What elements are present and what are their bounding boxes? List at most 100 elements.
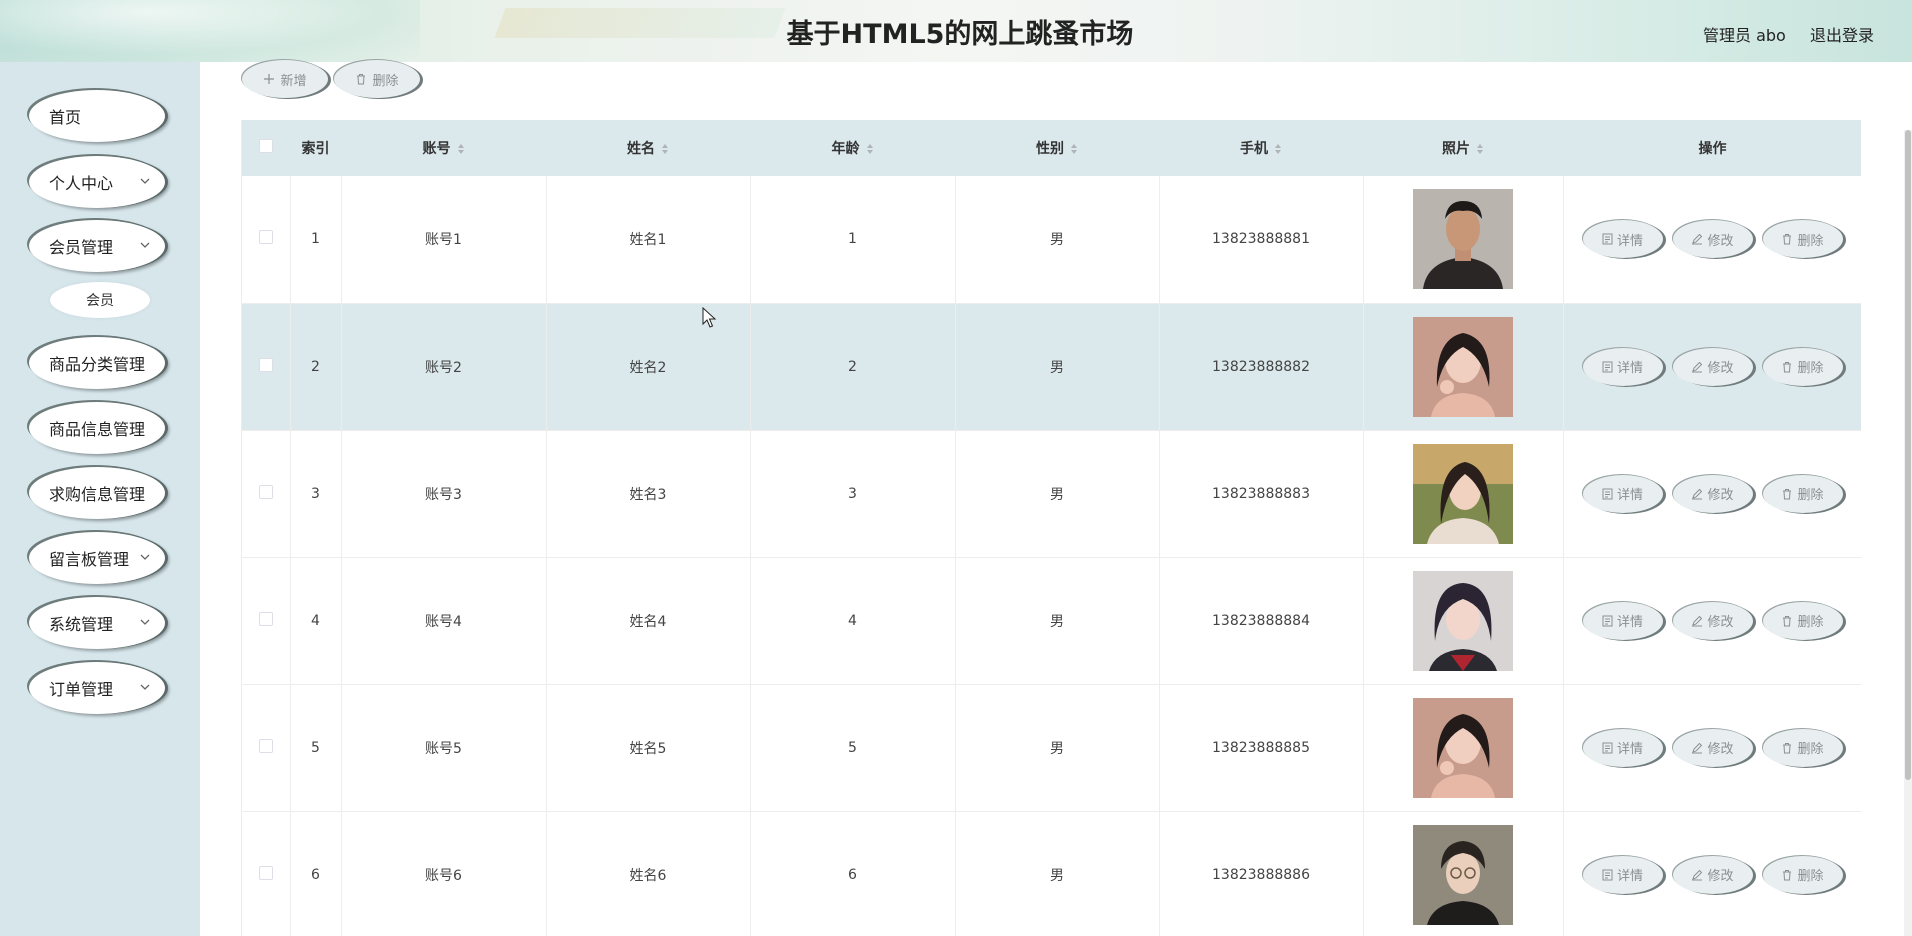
edit-button[interactable]: 修改	[1672, 855, 1753, 894]
detail-button[interactable]: 详情	[1582, 601, 1663, 640]
delete-button[interactable]: 删除	[1762, 347, 1843, 386]
sort-icon[interactable]	[661, 143, 669, 155]
header-age[interactable]: 年龄	[750, 120, 955, 176]
cell-photo	[1363, 303, 1564, 431]
detail-button[interactable]: 详情	[1582, 220, 1663, 259]
member-photo[interactable]	[1413, 697, 1513, 798]
member-photo[interactable]	[1413, 570, 1513, 671]
sort-icon[interactable]	[866, 143, 874, 155]
cell-index: 2	[290, 303, 342, 431]
cell-photo	[1363, 684, 1564, 812]
cell-age: 4	[750, 557, 956, 685]
sidebar-subitem-member[interactable]: 会员	[50, 282, 150, 318]
cell-phone: 13823888885	[1159, 684, 1364, 812]
member-photo[interactable]	[1413, 824, 1513, 925]
edit-button[interactable]: 修改	[1672, 347, 1753, 386]
cell-account: 账号6	[341, 811, 547, 936]
sidebar-item-order-management[interactable]: 订单管理	[29, 662, 165, 714]
current-user-label: 管理员 abo	[1703, 26, 1786, 45]
cell-account: 账号3	[341, 430, 547, 558]
sidebar-item-member-management[interactable]: 会员管理	[29, 220, 165, 272]
chevron-down-icon	[140, 619, 150, 625]
plus-icon	[264, 74, 275, 84]
cell-age: 3	[750, 430, 956, 558]
cell-actions: 详情 修改 删除	[1563, 303, 1861, 431]
sidebar-item-wanted-management[interactable]: 求购信息管理	[29, 467, 165, 519]
sort-icon[interactable]	[1274, 143, 1282, 155]
sidebar-item-label: 留言板管理	[49, 550, 130, 569]
scrollbar-thumb[interactable]	[1905, 130, 1911, 780]
detail-button-label: 详情	[1616, 233, 1643, 249]
sidebar-item-label: 系统管理	[49, 615, 114, 634]
row-select-cell	[242, 430, 291, 558]
header-name-label: 姓名	[627, 141, 655, 157]
select-all-checkbox[interactable]	[259, 139, 273, 153]
edit-button-label: 修改	[1707, 869, 1734, 884]
sidebar-item-system-management[interactable]: 系统管理	[29, 597, 165, 649]
trash-icon	[1783, 869, 1792, 880]
cell-age: 2	[750, 303, 956, 431]
trash-icon	[357, 74, 366, 85]
row-checkbox[interactable]	[258, 357, 273, 372]
sidebar-item-product-management[interactable]: 商品信息管理	[29, 402, 165, 454]
delete-button[interactable]: 删除	[1762, 601, 1843, 640]
vertical-scrollbar[interactable]	[1904, 130, 1912, 936]
sidebar-item-message-board[interactable]: 留言板管理	[29, 532, 165, 584]
detail-button[interactable]: 详情	[1582, 728, 1663, 767]
header-photo-label: 照片	[1442, 141, 1470, 157]
detail-button[interactable]: 详情	[1582, 855, 1663, 894]
delete-button[interactable]: 删除	[1762, 855, 1843, 894]
row-checkbox[interactable]	[258, 230, 273, 245]
row-checkbox[interactable]	[258, 738, 273, 753]
cell-name: 姓名4	[546, 557, 751, 685]
cell-gender: 男	[955, 684, 1160, 812]
header-select-all[interactable]	[242, 120, 290, 176]
logout-link[interactable]: 退出登录	[1810, 22, 1874, 46]
trash-icon	[1783, 361, 1792, 372]
cell-age: 1	[750, 176, 956, 304]
cell-actions: 详情 修改 删除	[1563, 557, 1861, 685]
sidebar-item-home[interactable]: 首页	[29, 90, 165, 142]
delete-button-label: 删除	[1797, 361, 1824, 376]
trash-icon	[1783, 488, 1792, 499]
member-photo[interactable]	[1413, 316, 1513, 417]
delete-button[interactable]: 删除	[1762, 220, 1843, 259]
cell-actions: 详情 修改 删除	[1563, 684, 1861, 812]
edit-button[interactable]: 修改	[1672, 474, 1753, 513]
row-checkbox[interactable]	[258, 865, 273, 880]
edit-button[interactable]: 修改	[1672, 601, 1753, 640]
member-photo[interactable]	[1413, 443, 1513, 544]
detail-button[interactable]: 详情	[1582, 347, 1663, 386]
chevron-down-icon	[140, 178, 150, 184]
header-photo[interactable]: 照片	[1363, 120, 1563, 176]
sidebar-subitem-label: 会员	[86, 293, 114, 309]
sidebar-item-personal-center[interactable]: 个人中心	[29, 156, 165, 208]
edit-button-label: 修改	[1707, 233, 1734, 249]
header-gender[interactable]: 性别	[955, 120, 1159, 176]
header-name[interactable]: 姓名	[546, 120, 750, 176]
row-checkbox[interactable]	[258, 611, 273, 626]
batch-delete-button[interactable]: 删除	[334, 60, 420, 98]
detail-button[interactable]: 详情	[1582, 474, 1663, 513]
sort-icon[interactable]	[457, 143, 465, 155]
cell-gender: 男	[955, 176, 1160, 304]
member-photo[interactable]	[1413, 189, 1513, 290]
delete-button[interactable]: 删除	[1762, 728, 1843, 767]
header-phone[interactable]: 手机	[1159, 120, 1363, 176]
add-button[interactable]: 新增	[242, 60, 328, 98]
delete-button-label: 删除	[1797, 615, 1824, 630]
trash-icon	[1783, 615, 1792, 626]
delete-button[interactable]: 删除	[1762, 474, 1843, 513]
edit-button[interactable]: 修改	[1672, 728, 1753, 767]
sidebar-item-category-management[interactable]: 商品分类管理	[29, 337, 165, 389]
edit-button[interactable]: 修改	[1672, 220, 1753, 259]
cell-age: 6	[750, 811, 956, 936]
row-checkbox[interactable]	[258, 484, 273, 499]
table-row: 6 账号6 姓名6 6 男 13823888886 详情 修改 删除	[242, 811, 1861, 936]
cell-actions: 详情 修改 删除	[1563, 811, 1861, 936]
sort-icon[interactable]	[1070, 143, 1078, 155]
pencil-icon	[1692, 742, 1703, 753]
header-account[interactable]: 账号	[341, 120, 546, 176]
sort-icon[interactable]	[1476, 143, 1484, 155]
cell-account: 账号4	[341, 557, 547, 685]
